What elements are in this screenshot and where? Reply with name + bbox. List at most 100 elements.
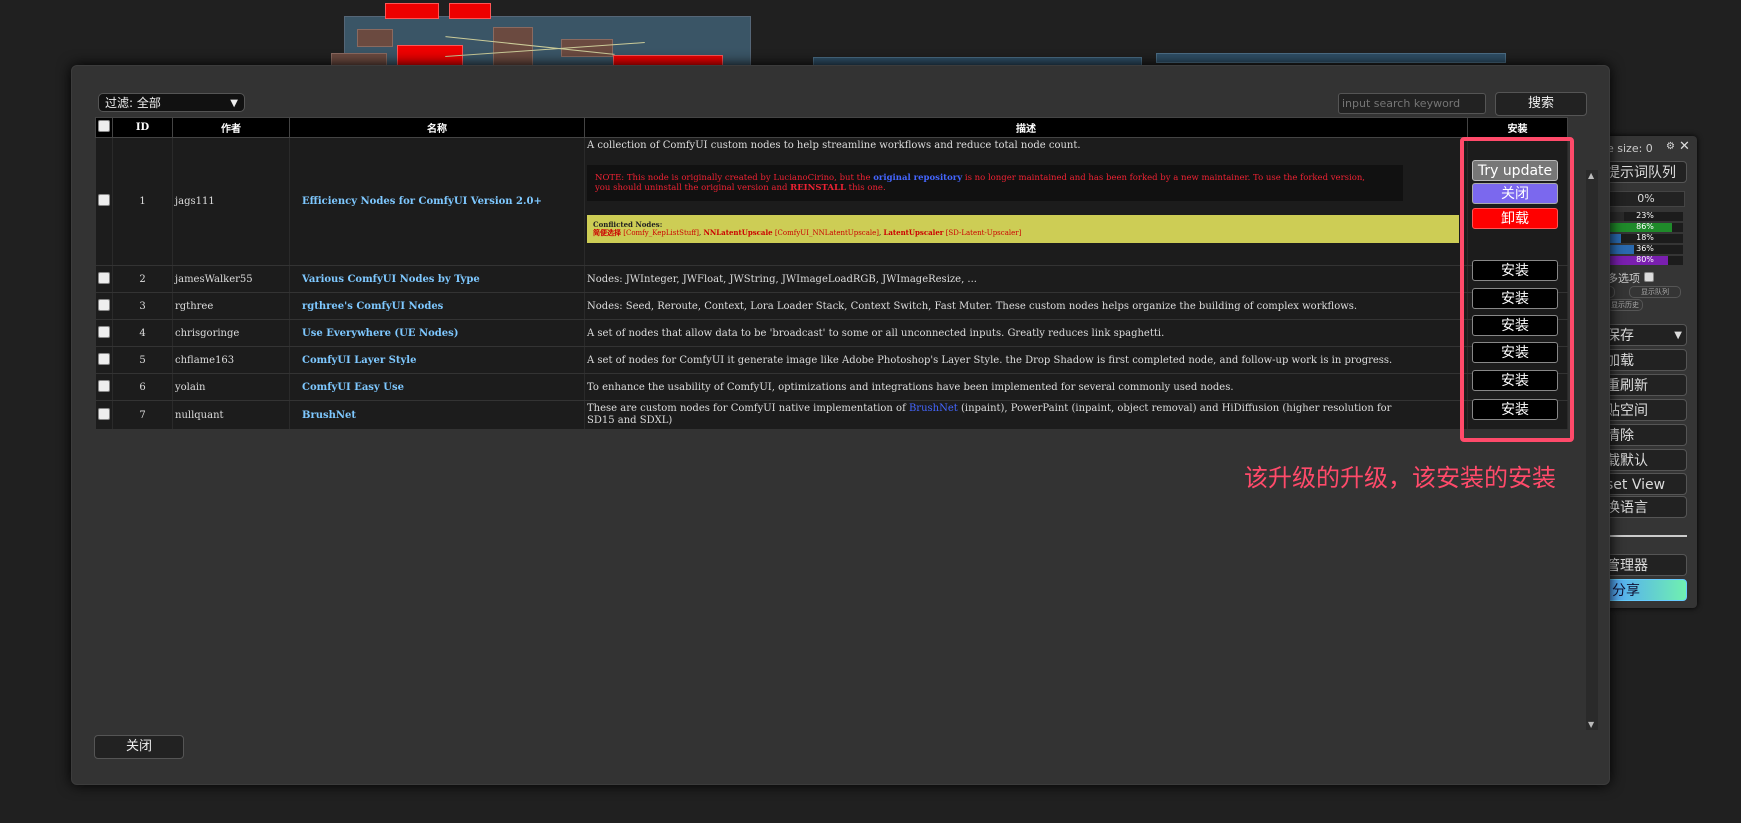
chevron-down-icon: ▼ <box>230 98 238 109</box>
note-text-1: NOTE: This node is originally created by… <box>595 173 871 183</box>
show-queue-button[interactable]: 显示队列 <box>1629 286 1681 298</box>
conflict-node: NNLatentUpscale <box>703 228 773 237</box>
filter-select[interactable]: 过滤: 全部 ▼ <box>98 93 245 112</box>
row-checkbox[interactable] <box>97 194 110 206</box>
row-checkbox[interactable] <box>97 379 110 392</box>
divider <box>1603 535 1687 537</box>
nodes-table: ID 作者 名称 描述 安装 1 jags111 Efficiency Node… <box>95 117 1568 430</box>
table-row: 3 rgthree rgthree's ComfyUI Nodes Nodes:… <box>95 292 1568 320</box>
select-all-checkbox[interactable] <box>98 120 110 132</box>
row-checkbox[interactable] <box>97 407 110 420</box>
search-input[interactable] <box>1338 93 1486 114</box>
table-row: 1 jags111 Efficiency Nodes for ComfyUI V… <box>95 137 1568 266</box>
clipspace-button[interactable]: 贴空间 <box>1603 399 1687 421</box>
manager-button[interactable]: 管理器 <box>1603 554 1687 576</box>
search-button[interactable]: 搜索 <box>1495 92 1587 116</box>
row-author: rgthree <box>172 292 290 320</box>
row-checkbox[interactable] <box>97 325 110 338</box>
original-repository-link[interactable]: original repository <box>873 173 962 183</box>
background-node-strip <box>1156 53 1506 63</box>
save-button[interactable]: 保存 ▼ <box>1603 324 1687 346</box>
load-button[interactable]: 加载 <box>1603 349 1687 371</box>
side-menu: e size: 0 ⚙ ✕ 提示词队列 0% 23% 86% 18% 36% 8… <box>1603 136 1697 608</box>
stat-bar: 86% <box>1607 222 1683 232</box>
conflict-source: [SD-Latent-Upscaler] <box>945 229 1022 237</box>
conflict-node: LatentUpscaler <box>883 228 944 237</box>
row-id: 2 <box>112 265 173 293</box>
conflict-box: Conflicted Nodes: 简便选择 [Comfy_KepListStu… <box>587 215 1459 243</box>
node-name-link[interactable]: Efficiency Nodes for ComfyUI Version 2.0… <box>302 196 542 207</box>
row-author: nullquant <box>172 400 290 430</box>
table-scrollbar[interactable]: ▲ ▼ <box>1586 170 1598 730</box>
custom-nodes-manager-dialog: 过滤: 全部 ▼ 搜索 ID 作者 名称 描述 安装 <box>71 65 1610 785</box>
close-dialog-button[interactable]: 关闭 <box>94 735 184 759</box>
stat-bar: 23% <box>1607 211 1683 221</box>
row-id: 1 <box>112 137 173 266</box>
row-author: chrisgoringe <box>172 319 290 347</box>
column-header-description[interactable]: 描述 <box>584 117 1468 138</box>
share-button[interactable]: 分享 <box>1603 579 1687 601</box>
description-text: (inpaint), PowerPaint (inpaint, object r… <box>960 403 1392 414</box>
show-history-button[interactable]: 显示历史 <box>1607 299 1643 311</box>
annotation-highlight-box <box>1460 137 1574 442</box>
prompt-queue-button[interactable]: 提示词队列 <box>1603 161 1687 183</box>
row-checkbox[interactable] <box>97 271 110 284</box>
switch-language-button[interactable]: 换语言 <box>1603 496 1687 518</box>
row-author: yolain <box>172 373 290 401</box>
conflict-source: [Comfy_KepListStuff] <box>623 229 699 237</box>
stat-label: 18% <box>1636 233 1654 242</box>
column-header-id[interactable]: ID <box>112 117 173 138</box>
column-header-install[interactable]: 安装 <box>1467 117 1568 138</box>
load-default-button[interactable]: 载默认 <box>1603 449 1687 471</box>
refresh-button[interactable]: 重刷新 <box>1603 374 1687 396</box>
node-name-link[interactable]: Use Everywhere (UE Nodes) <box>302 328 459 339</box>
row-id: 4 <box>112 319 173 347</box>
node-name-link[interactable]: Various ComfyUI Nodes by Type <box>302 274 480 285</box>
node-name-link[interactable]: rgthree's ComfyUI Nodes <box>302 301 443 312</box>
reset-view-button[interactable]: set View <box>1603 473 1687 495</box>
row-author: jamesWalker55 <box>172 265 290 293</box>
node-name-link[interactable]: ComfyUI Layer Style <box>302 355 416 366</box>
chevron-down-icon[interactable]: ▼ <box>1674 325 1682 347</box>
stat-bar: 36% <box>1607 244 1683 254</box>
row-author: chflame163 <box>172 346 290 374</box>
brushnet-link[interactable]: BrushNet <box>909 403 958 414</box>
maintainer-note: NOTE: This node is originally created by… <box>587 165 1403 201</box>
table-row: 6 yolain ComfyUI Easy Use To enhance the… <box>95 373 1568 401</box>
stat-bar: 18% <box>1607 233 1683 243</box>
column-header-author[interactable]: 作者 <box>172 117 290 138</box>
node-name-link[interactable]: BrushNet <box>302 410 356 421</box>
row-id: 7 <box>112 400 173 430</box>
nodes-table-container: ID 作者 名称 描述 安装 1 jags111 Efficiency Node… <box>95 117 1598 730</box>
conflict-source: [ComfyUI_NNLatentUpscale] <box>774 229 879 237</box>
table-row: 7 nullquant BrushNet These are custom no… <box>95 400 1568 430</box>
column-header-name[interactable]: 名称 <box>289 117 585 138</box>
row-description: Nodes: JWInteger, JWFloat, JWString, JWI… <box>584 265 1468 293</box>
row-checkbox[interactable] <box>97 298 110 311</box>
row-description: To enhance the usability of ComfyUI, opt… <box>584 373 1468 401</box>
table-row: 5 chflame163 ComfyUI Layer Style A set o… <box>95 346 1568 374</box>
extra-options-label: 多选项 <box>1607 272 1640 285</box>
stat-bar: 80% <box>1607 255 1683 265</box>
stat-label: 23% <box>1636 211 1654 220</box>
close-icon[interactable]: ✕ <box>1679 139 1690 154</box>
gear-icon[interactable]: ⚙ <box>1666 141 1675 152</box>
table-row: 4 chrisgoringe Use Everywhere (UE Nodes)… <box>95 319 1568 347</box>
extra-options-checkbox[interactable] <box>1643 272 1654 282</box>
scroll-down-icon[interactable]: ▼ <box>1588 720 1594 729</box>
clear-button[interactable]: 清除 <box>1603 424 1687 446</box>
background-graph-canvas <box>331 3 751 69</box>
note-text-2: is no longer maintained and has been for… <box>964 173 1366 183</box>
description-text: These are custom nodes for ComfyUI nativ… <box>587 403 906 414</box>
scroll-up-icon[interactable]: ▲ <box>1588 171 1594 180</box>
row-checkbox[interactable] <box>97 352 110 365</box>
row-description: A collection of ComfyUI custom nodes to … <box>584 137 1468 266</box>
stat-label: 86% <box>1636 222 1654 231</box>
node-name-link[interactable]: ComfyUI Easy Use <box>302 382 404 393</box>
select-all-header[interactable] <box>95 117 113 138</box>
description-text: A collection of ComfyUI custom nodes to … <box>587 140 1081 151</box>
row-id: 5 <box>112 346 173 374</box>
row-description: These are custom nodes for ComfyUI nativ… <box>584 400 1468 430</box>
description-text: SD15 and SDXL) <box>587 415 673 426</box>
note-reinstall: REINSTALL <box>790 183 846 193</box>
